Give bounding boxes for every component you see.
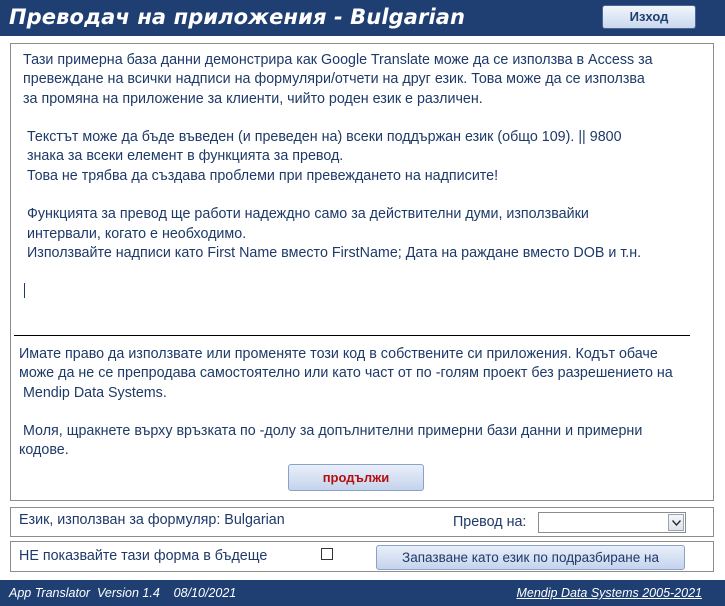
save-default-language-button[interactable]: Запазване като език по подразбиране на <box>376 545 685 570</box>
section-divider <box>14 335 690 336</box>
text-cursor <box>24 283 25 298</box>
translate-to-label: Превод на: <box>453 514 527 530</box>
form-language-label: Език, използван за формуляр: Bulgarian <box>19 512 285 528</box>
version-info: App Translator Version 1.4 08/10/2021 <box>9 586 237 600</box>
license-text: Имате право да използвате или променяте … <box>19 346 673 459</box>
dont-show-checkbox[interactable] <box>321 548 333 560</box>
dropdown-arrow-icon[interactable] <box>668 514 684 531</box>
title-bar: Преводач на приложения - Bulgarian Изход <box>0 0 725 36</box>
app-title: Преводач на приложения - Bulgarian <box>9 5 466 29</box>
translate-to-select[interactable] <box>538 512 686 533</box>
exit-button[interactable]: Изход <box>602 5 696 29</box>
footer-bar: App Translator Version 1.4 08/10/2021 Me… <box>0 580 725 606</box>
dont-show-label: НЕ показвайте тази форма в бъдеще <box>19 548 268 564</box>
description-textbox[interactable]: Тази примерна база данни демонстрира как… <box>23 51 703 263</box>
continue-button[interactable]: продължи <box>288 464 424 491</box>
company-link[interactable]: Mendip Data Systems 2005-2021 <box>516 586 702 600</box>
